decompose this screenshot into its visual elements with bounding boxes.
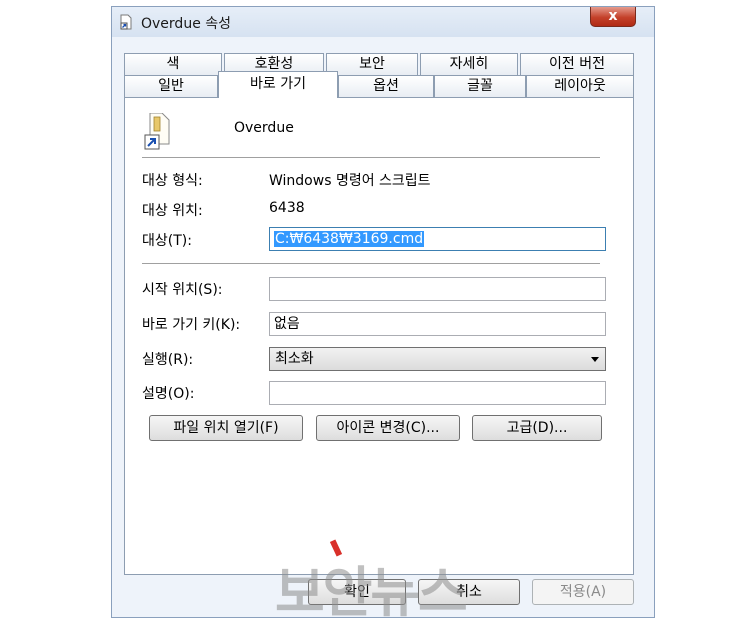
shortcut-key-label: 바로 가기 키(K): (142, 317, 241, 333)
window-title: Overdue 속성 (141, 16, 232, 32)
tab-layout[interactable]: 레이아웃 (526, 75, 634, 97)
comment-label: 설명(O): (142, 386, 195, 402)
title-bar[interactable]: Overdue 속성 (112, 7, 654, 37)
advanced-button[interactable]: 고급(D)... (472, 415, 602, 441)
tab-previous-versions[interactable]: 이전 버전 (520, 53, 634, 75)
tab-shortcut[interactable]: 바로 가기 (218, 71, 338, 98)
run-select[interactable]: 최소화 (269, 347, 606, 371)
target-location-value: 6438 (269, 200, 305, 216)
tab-font[interactable]: 글꼴 (434, 75, 526, 97)
tab-general[interactable]: 일반 (124, 75, 218, 97)
target-location-label: 대상 위치: (142, 203, 203, 219)
target-input[interactable]: C:₩6438₩3169.cmd (269, 227, 606, 251)
open-file-location-button[interactable]: 파일 위치 열기(F) (149, 415, 303, 441)
run-label: 실행(R): (142, 352, 194, 368)
separator (142, 157, 600, 159)
run-value: 최소화 (275, 351, 314, 367)
separator (142, 263, 600, 265)
tab-security[interactable]: 보안 (326, 53, 418, 75)
target-label: 대상(T): (142, 233, 192, 249)
start-in-label: 시작 위치(S): (142, 282, 223, 298)
shortcut-name: Overdue (234, 120, 294, 136)
shortcut-panel (124, 97, 634, 575)
properties-window: Overdue 속성 x 색 호환성 보안 자세히 이전 버전 일반 바로 가기… (111, 6, 655, 618)
shortcut-file-icon (120, 14, 132, 30)
tab-color[interactable]: 색 (124, 53, 222, 75)
watermark-logo: 보안뉴스 (275, 561, 468, 624)
close-button[interactable]: x (590, 7, 636, 27)
tab-details[interactable]: 자세히 (420, 53, 518, 75)
target-type-label: 대상 형식: (142, 173, 203, 189)
shortcut-key-input[interactable]: 없음 (269, 312, 606, 336)
apply-button[interactable]: 적용(A) (532, 579, 634, 605)
target-type-value: Windows 명령어 스크립트 (269, 173, 431, 189)
chevron-down-icon (591, 357, 599, 362)
shortcut-large-icon (144, 113, 170, 150)
start-in-input[interactable] (269, 277, 606, 301)
change-icon-button[interactable]: 아이콘 변경(C)... (316, 415, 460, 441)
target-value: C:₩6438₩3169.cmd (274, 231, 425, 247)
comment-input[interactable] (269, 381, 606, 405)
tab-options[interactable]: 옵션 (338, 75, 434, 97)
